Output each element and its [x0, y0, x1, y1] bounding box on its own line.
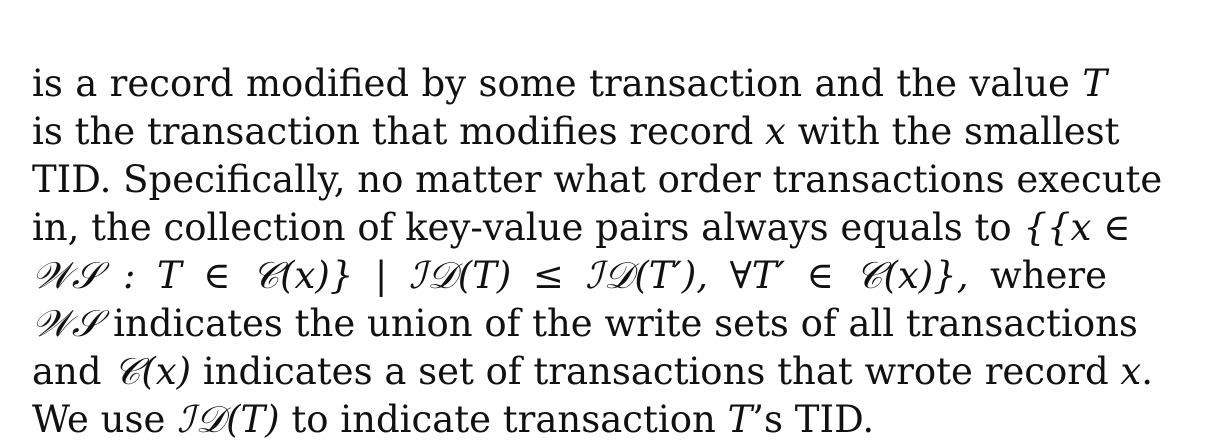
text-line: is the transaction that modifies record … — [32, 108, 1120, 156]
text-segment: and — [32, 350, 114, 393]
math-segment: ℐ𝒟 — [585, 254, 635, 297]
text-line: We use ℐ𝒟(T) to indicate transaction T’s… — [32, 396, 1107, 444]
math-segment: x — [1120, 350, 1142, 393]
math-segment: 𝒞 — [113, 350, 142, 393]
math-segment: T — [1082, 62, 1107, 105]
text-segment: is the transaction that modifies record — [32, 110, 766, 153]
math-segment: (x)} | — [280, 254, 409, 297]
math-segment: 𝒲𝒮 — [32, 302, 102, 345]
math-segment: 𝒞 — [855, 254, 884, 297]
paper-text-block: is a record modified by some transaction… — [32, 60, 1162, 444]
text-segment: with the smallest — [785, 110, 1120, 153]
math-segment: : T ∈ — [101, 254, 253, 297]
text-segment: . — [1141, 350, 1154, 393]
math-segment: (x)}, — [883, 254, 969, 297]
text-segment: TID. Specifically, no matter what order … — [32, 158, 1163, 201]
math-segment: (T) ≤ — [457, 254, 586, 297]
text-line: 𝒲𝒮 : T ∈ 𝒞(x)} | ℐ𝒟(T) ≤ ℐ𝒟(T′), ∀T′ ∈ 𝒞… — [32, 252, 1107, 300]
text-line: is a record modified by some transaction… — [32, 60, 1107, 108]
math-segment: x — [765, 110, 786, 153]
text-segment: in, the collection of key-value pairs al… — [32, 206, 1024, 249]
math-segment: 𝒞 — [252, 254, 281, 297]
paragraph: is a record modified by some transaction… — [32, 60, 1162, 444]
math-segment: (x) — [141, 350, 192, 393]
math-segment: 𝒲𝒮 — [32, 254, 102, 297]
math-segment: (T′), ∀T′ ∈ — [634, 254, 856, 297]
text-segment: indicates a set of transactions that wro… — [191, 350, 1121, 393]
text-segment: is a record modified by some transaction… — [32, 62, 1083, 105]
text-line: TID. Specifically, no matter what order … — [32, 156, 1162, 204]
text-line: and 𝒞(x) indicates a set of transactions… — [32, 348, 1153, 396]
text-line: in, the collection of key-value pairs al… — [32, 204, 1131, 252]
math-segment: ℐ𝒟 — [408, 254, 458, 297]
math-segment: {{x ∈ — [1023, 206, 1131, 249]
text-line: 𝒲𝒮 indicates the union of the write sets… — [32, 300, 1138, 348]
text-segment: where — [968, 254, 1107, 297]
text-segment: indicates the union of the write sets of… — [101, 302, 1138, 345]
